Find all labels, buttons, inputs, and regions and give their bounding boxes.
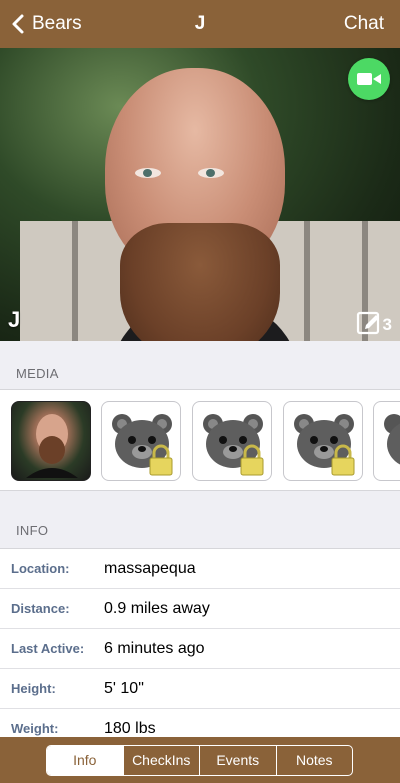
locked-bear-icon (384, 414, 400, 465)
info-label: Location: (11, 561, 70, 576)
info-label: Weight: (11, 721, 59, 736)
back-button[interactable]: Bears (8, 0, 82, 48)
info-value: 180 lbs (104, 719, 156, 737)
photo-eye-right (198, 168, 224, 178)
video-camera-icon (357, 73, 381, 85)
media-thumb-locked[interactable] (283, 401, 363, 481)
edit-photos-button[interactable]: 3 (356, 309, 392, 335)
tab-checkins[interactable]: CheckIns (122, 746, 200, 775)
media-section-header: MEDIA (16, 366, 59, 381)
bottom-tab-bar: Info CheckIns Events Notes (0, 737, 400, 783)
info-row-distance: Distance: 0.9 miles away (0, 589, 400, 629)
media-thumb-locked[interactable] (373, 401, 400, 481)
info-value: massapequa (104, 559, 196, 577)
info-value: 5' 10" (104, 679, 144, 697)
video-call-button[interactable] (348, 58, 390, 100)
profile-tabs: Info CheckIns Events Notes (46, 745, 353, 776)
info-label: Last Active: (11, 641, 85, 656)
photo-count: 3 (382, 315, 392, 334)
locked-bear-icon (294, 414, 355, 476)
info-row-height: Height: 5' 10" (0, 669, 400, 709)
profile-photo[interactable]: J 3 (0, 48, 400, 341)
back-button-label: Bears (32, 13, 82, 34)
tab-notes[interactable]: Notes (275, 746, 353, 775)
profile-name: J (8, 307, 21, 332)
chat-button[interactable]: Chat (344, 0, 384, 48)
media-strip[interactable] (0, 389, 400, 491)
media-thumb-locked[interactable] (192, 401, 272, 481)
nav-bar: Bears J Chat (0, 0, 400, 48)
photo-thumb-face (26, 414, 78, 478)
info-section-header: INFO (16, 523, 49, 538)
info-row-location: Location: massapequa (0, 549, 400, 589)
info-row-last-active: Last Active: 6 minutes ago (0, 629, 400, 669)
chevron-left-icon (12, 14, 24, 34)
locked-bear-icon (203, 414, 264, 476)
locked-bear-icon (112, 414, 173, 476)
edit-icon (356, 311, 379, 335)
tab-events[interactable]: Events (199, 746, 276, 775)
info-list: Location: massapequa Distance: 0.9 miles… (0, 548, 400, 749)
info-label: Height: (11, 681, 56, 696)
photo-beard (120, 223, 280, 341)
media-thumb-locked[interactable] (101, 401, 181, 481)
info-value: 6 minutes ago (104, 639, 205, 657)
photo-eye-left (135, 168, 161, 178)
info-label: Distance: (11, 601, 70, 616)
media-thumb-photo[interactable] (11, 401, 91, 481)
info-value: 0.9 miles away (104, 599, 210, 617)
tab-info[interactable]: Info (47, 746, 123, 775)
